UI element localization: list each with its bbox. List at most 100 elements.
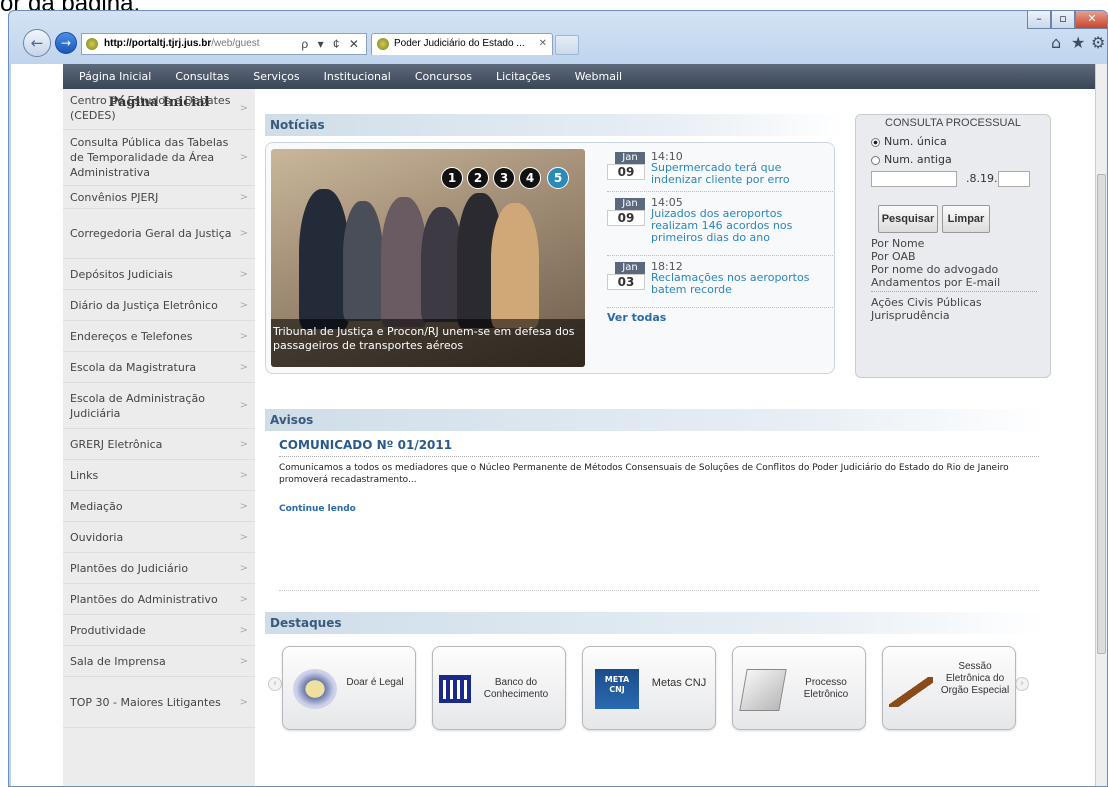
browser-tab[interactable]: Poder Judiciário do Estado ... ✕ [371, 33, 553, 55]
sidebar-item[interactable]: Escola de Administração Judiciária > [63, 383, 255, 429]
sidebar-item[interactable]: Convênios PJERJ > [63, 186, 255, 209]
pesquisar-button[interactable]: Pesquisar [878, 205, 938, 233]
divider [279, 590, 1039, 591]
sidebar-item[interactable]: Plantões do Judiciário > [63, 553, 255, 584]
restore-button[interactable]: ▫ [1051, 11, 1075, 29]
chevron-right-icon: > [239, 191, 248, 203]
aviso-text: Comunicamos a todos os mediadores que o … [279, 463, 1009, 485]
new-tab-button[interactable] [555, 35, 579, 55]
url-host: http://portaltj.tjrj.jus.br [104, 38, 212, 49]
tab-title: Poder Judiciário do Estado ... [394, 38, 525, 49]
browser-chrome: – ▫ ✕ ← → http://portaltj.tjrj.jus.br/we… [9, 11, 1107, 64]
back-button[interactable]: ← [23, 29, 51, 57]
num-antiga-input-1[interactable] [871, 171, 957, 187]
destaque-metas-cnj[interactable]: META CNJ Metas CNJ [582, 646, 716, 730]
nav-webmail[interactable]: Webmail [563, 64, 635, 89]
sidebar-item[interactable]: Consulta Pública das Tabelas de Temporal… [63, 130, 255, 186]
nav-consultas[interactable]: Consultas [163, 64, 241, 89]
sidebar-item[interactable]: Depósitos Judiciais > [63, 259, 255, 290]
chevron-right-icon: > [239, 469, 248, 481]
sidebar-item[interactable]: Ouvidoria > [63, 522, 255, 553]
radio-selected-icon[interactable] [871, 137, 880, 147]
ver-todas-link[interactable]: Ver todas [607, 311, 666, 324]
site-favicon-icon [86, 38, 98, 50]
news-title[interactable]: Juizados dos aeroportos realizam 146 aco… [651, 208, 831, 244]
news-title[interactable]: Reclamações nos aeroportos batem recorde [651, 272, 831, 296]
num-antiga-input-2[interactable] [998, 171, 1030, 187]
sidebar-item[interactable]: Plantões do Administrativo > [63, 584, 255, 615]
link-por-oab[interactable]: Por OAB [871, 250, 916, 263]
news-item[interactable]: Jan 03 18:12 Reclamações nos aeroportos b… [607, 260, 833, 308]
destaque-processo-eletronico[interactable]: Processo Eletrônico [732, 646, 866, 730]
sidebar-item-label: Endereços e Telefones [70, 329, 193, 343]
building-icon [439, 675, 471, 703]
nav-pagina-inicial[interactable]: Página Inicial [63, 64, 163, 89]
date-badge: Jan 03 [607, 262, 645, 292]
page-viewport: Página Inicial Consultas Serviços Instit… [11, 64, 1095, 786]
nav-concursos[interactable]: Concursos [403, 64, 484, 89]
link-jurisprudencia[interactable]: Jurisprudência [871, 309, 950, 322]
nav-institucional[interactable]: Institucional [312, 64, 403, 89]
destaque-sessao-eletronica[interactable]: Sessão Eletrônica do Orgão Especial [882, 646, 1016, 730]
link-por-advogado[interactable]: Por nome do advogado [871, 263, 998, 276]
sidebar-item[interactable]: Centro de Estudos e Debates (CEDES) > [63, 87, 255, 130]
chevron-right-icon: > [239, 102, 248, 114]
sidebar-item[interactable]: Corregedoria Geral da Justiça > [63, 209, 255, 259]
news-item[interactable]: Jan 09 14:10 Supermercado terá que indeni… [607, 150, 833, 192]
photo-caption[interactable]: Tribunal de Justiça e Procon/RJ unem-se … [271, 319, 585, 367]
news-title[interactable]: Supermercado terá que indenizar cliente … [651, 162, 831, 186]
radio-num-antiga[interactable]: Num. antiga [871, 153, 952, 166]
minimize-button[interactable]: – [1027, 11, 1051, 29]
sidebar-item-label: TOP 30 - Maiores Litigantes [70, 695, 221, 709]
carousel-next-icon[interactable]: › [1015, 677, 1029, 691]
address-bar[interactable]: http://portaltj.tjrj.jus.br/web/guest ρ … [81, 33, 367, 55]
chevron-right-icon: > [239, 696, 248, 708]
address-controls[interactable]: ρ ▾ ¢ ✕ [301, 34, 362, 54]
sidebar-item[interactable]: Mediação > [63, 491, 255, 522]
nav-licitacoes[interactable]: Licitações [484, 64, 563, 89]
sidebar-item[interactable]: Diário da Justiça Eletrônico > [63, 290, 255, 321]
slide-dot-3[interactable]: 3 [493, 167, 515, 189]
sidebar-item[interactable]: Links > [63, 460, 255, 491]
sidebar-item[interactable]: Produtividade > [63, 615, 255, 646]
destaque-banco-conhecimento[interactable]: Banco do Conhecimento [432, 646, 566, 730]
limpar-button[interactable]: Limpar [942, 205, 990, 233]
sidebar-item[interactable]: Endereços e Telefones > [63, 321, 255, 352]
scrollbar-thumb[interactable] [1097, 174, 1106, 654]
sidebar-item-label: Sala de Imprensa [70, 654, 166, 668]
link-por-nome[interactable]: Por Nome [871, 237, 924, 250]
radio-num-unica[interactable]: Num. única [871, 135, 947, 148]
destaque-doar-e-legal[interactable]: Doar é Legal [282, 646, 416, 730]
nav-servicos[interactable]: Serviços [241, 64, 311, 89]
tab-close-icon[interactable]: ✕ [539, 34, 547, 54]
radio-icon[interactable] [871, 155, 880, 165]
carousel-prev-icon[interactable]: ‹ [268, 677, 282, 691]
slide-dot-1[interactable]: 1 [441, 167, 463, 189]
home-icon[interactable]: ⌂ [1051, 33, 1061, 52]
link-acoes-civis[interactable]: Ações Civis Públicas [871, 296, 982, 309]
sidebar-item-label: Ouvidoria [70, 530, 124, 544]
forward-button[interactable]: → [55, 32, 77, 54]
sidebar-item[interactable]: Escola da Magistratura > [63, 352, 255, 383]
sidebar-item[interactable]: TOP 30 - Maiores Litigantes > [63, 677, 255, 728]
continue-lendo-link[interactable]: Continue lendo [279, 504, 356, 514]
aviso-heading[interactable]: COMUNICADO Nº 01/2011 [279, 438, 452, 452]
vertical-scrollbar[interactable] [1095, 64, 1107, 786]
sidebar-item-label: Consulta Pública das Tabelas de Temporal… [70, 136, 229, 179]
destaque-label: Metas CNJ [651, 677, 707, 689]
document-icon [739, 669, 787, 711]
sidebar-item[interactable]: Sala de Imprensa > [63, 646, 255, 677]
news-photo[interactable]: 1 2 3 4 5 Tribunal de Justiça e Procon/R… [271, 149, 585, 367]
chevron-right-icon: > [239, 228, 248, 239]
tools-gear-icon[interactable]: ⚙ [1091, 33, 1105, 52]
link-andamentos-email[interactable]: Andamentos por E-mail [871, 276, 1037, 292]
slide-dot-5[interactable]: 5 [547, 167, 569, 189]
news-item[interactable]: Jan 09 14:05 Juizados dos aeroportos real… [607, 196, 833, 256]
sidebar-item[interactable]: GRERJ Eletrônica > [63, 429, 255, 460]
favorites-star-icon[interactable]: ★ [1071, 33, 1085, 52]
slide-dot-2[interactable]: 2 [467, 167, 489, 189]
close-window-button[interactable]: ✕ [1075, 11, 1107, 29]
chevron-right-icon: > [239, 624, 248, 636]
slide-dot-4[interactable]: 4 [519, 167, 541, 189]
browser-window: – ▫ ✕ ← → http://portaltj.tjrj.jus.br/we… [8, 10, 1108, 787]
